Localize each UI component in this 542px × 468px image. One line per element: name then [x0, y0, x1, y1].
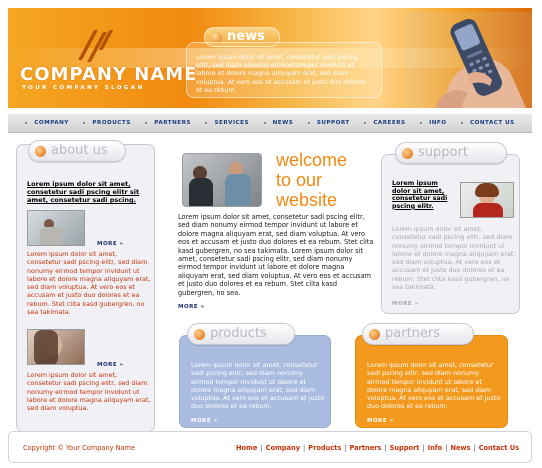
nav-support[interactable]: SUPPORT: [308, 120, 350, 126]
nav-contact-us[interactable]: CONTACT US: [461, 120, 515, 126]
page: COMPANY NAME YOUR COMPANY SLOGAN news Lo…: [8, 8, 532, 464]
support-text: Lorem ipsum dolor sit amet, consetetur s…: [392, 225, 516, 292]
partners-title: partners: [385, 326, 441, 341]
support-tab: support: [395, 142, 507, 164]
footer-link-support[interactable]: Support: [390, 444, 420, 452]
about-more-link-1[interactable]: MORE: [97, 241, 124, 247]
nav-company[interactable]: COMPANY: [25, 120, 69, 126]
about-title: about us: [51, 143, 108, 158]
bullet-icon: [35, 146, 46, 157]
hand-phone-image: [406, 12, 532, 108]
main-nav: COMPANY PRODUCTS PARTNERS SERVICES NEWS …: [8, 113, 532, 133]
support-title: support: [418, 145, 468, 160]
partners-tab: partners: [362, 323, 474, 345]
footer-link-news[interactable]: News: [450, 444, 470, 452]
logo-icon: [78, 30, 118, 62]
footer-link-company[interactable]: Company: [266, 444, 300, 452]
bullet-icon: [194, 329, 205, 340]
partners-more-link[interactable]: MORE: [367, 418, 394, 424]
footer-link-partners[interactable]: Partners: [350, 444, 382, 452]
bullet-icon: [402, 148, 413, 159]
about-panel: Lorem ipsum dolor sit amet, consetetur s…: [16, 144, 155, 432]
footer-links: Home | Company | Products | Partners | Support | I…: [235, 444, 519, 452]
woman-on-phone-image: [460, 182, 514, 218]
header-banner: COMPANY NAME YOUR COMPANY SLOGAN news Lo…: [8, 8, 532, 108]
products-more-link[interactable]: MORE: [191, 418, 218, 424]
about-text-1: Lorem ipsum dolor sit amet, consetetur s…: [27, 250, 151, 317]
products-text: Lorem ipsum dolor sit amet, consetetur s…: [191, 361, 325, 411]
nav-info[interactable]: INFO: [420, 120, 446, 126]
support-more-link[interactable]: MORE: [392, 301, 419, 307]
about-tab: about us: [28, 140, 126, 162]
welcome-heading: welcome to our website: [276, 150, 348, 210]
footer-link-contact-us[interactable]: Contact Us: [479, 444, 519, 452]
news-text: Lorem ipsum dolor sit amet, consetetur s…: [186, 42, 382, 98]
woman-portrait-image: [27, 329, 85, 365]
about-text-2: Lorem ipsum dolor sit amet, consetetur s…: [27, 371, 151, 413]
partners-panel: Lorem ipsum dolor sit amet, consetetur s…: [355, 335, 508, 428]
footer: Copyright © Your Company Name Home | Compa…: [8, 431, 532, 463]
copyright: Copyright © Your Company Name: [23, 444, 136, 452]
about-link[interactable]: Lorem ipsum dolor sit amet, consetetur s…: [27, 180, 145, 204]
products-tab: products: [187, 323, 295, 345]
products-title: products: [210, 326, 267, 341]
woman-sitting-image: [27, 210, 85, 246]
bullet-icon: [369, 329, 380, 340]
nav-careers[interactable]: CAREERS: [364, 120, 405, 126]
nav-partners[interactable]: PARTNERS: [145, 120, 191, 126]
support-link[interactable]: Lorem ipsum dolor sit amet, consetetur s…: [392, 180, 456, 210]
nav-products[interactable]: PRODUCTS: [83, 120, 130, 126]
about-more-link-2[interactable]: MORE: [97, 362, 124, 368]
team-photo-image: [182, 153, 262, 207]
welcome-text: Lorem ipsum dolor sit amet, consetetur s…: [178, 213, 374, 297]
products-panel: Lorem ipsum dolor sit amet, consetetur s…: [179, 335, 331, 428]
nav-news[interactable]: NEWS: [264, 120, 294, 126]
welcome-more-link[interactable]: MORE: [178, 304, 205, 310]
company-slogan: YOUR COMPANY SLOGAN: [22, 85, 145, 91]
footer-link-products[interactable]: Products: [308, 444, 341, 452]
footer-link-info[interactable]: Info: [428, 444, 443, 452]
partners-text: Lorem ipsum dolor sit amet, consetetur s…: [367, 361, 501, 411]
footer-link-home[interactable]: Home: [236, 444, 257, 452]
nav-services[interactable]: SERVICES: [205, 120, 249, 126]
support-panel: Lorem ipsum dolor sit amet, consetetur s…: [381, 154, 520, 314]
company-name[interactable]: COMPANY NAME: [20, 64, 197, 85]
